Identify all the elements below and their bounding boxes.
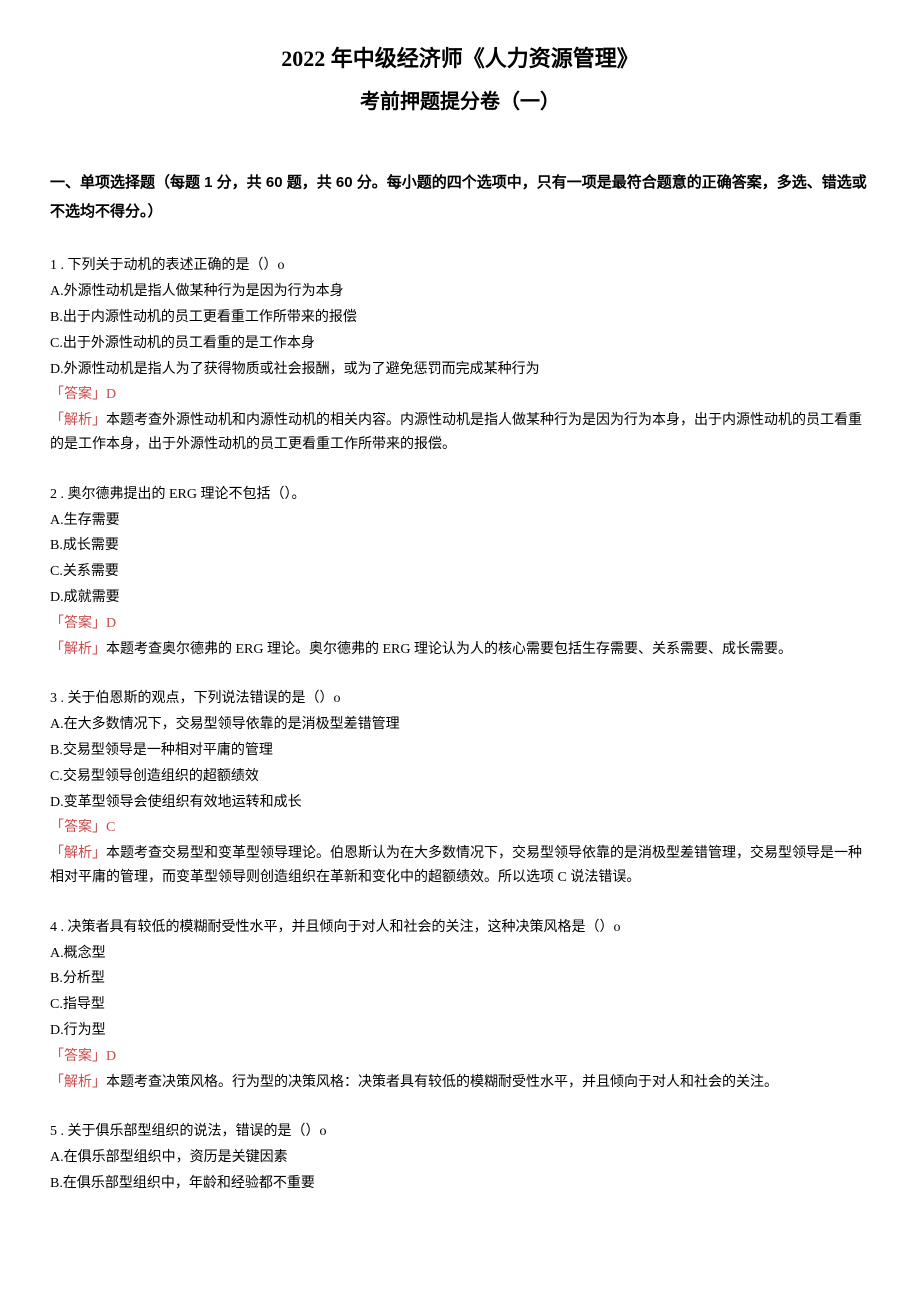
question-option: C.指导型 (50, 993, 870, 1017)
question-option: A.外源性动机是指人做某种行为是因为行为本身 (50, 280, 870, 304)
analysis-label: 「解析」 (50, 846, 106, 861)
question-option: B.出于内源性动机的员工更看重工作所带来的报偿 (50, 306, 870, 330)
answer-label: 「答案」D (50, 612, 870, 636)
question-block: 5 . 关于俱乐部型组织的说法，错误的是（）o A.在俱乐部型组织中，资历是关键… (50, 1120, 870, 1195)
question-option: B.成长需要 (50, 534, 870, 558)
question-block: 4 . 决策者具有较低的模糊耐受性水平，并且倾向于对人和社会的关注，这种决策风格… (50, 916, 870, 1095)
question-option: A.概念型 (50, 942, 870, 966)
analysis: 「解析」本题考查交易型和变革型领导理论。伯恩斯认为在大多数情况下，交易型领导依靠… (50, 842, 870, 890)
question-stem: 5 . 关于俱乐部型组织的说法，错误的是（）o (50, 1120, 870, 1144)
answer-label: 「答案」D (50, 1045, 870, 1069)
question-option: A.在大多数情况下，交易型领导依靠的是消极型差错管理 (50, 713, 870, 737)
doc-title: 2022 年中级经济师《人力资源管理》 (50, 40, 870, 77)
section-header: 一、单项选择题（每题 1 分，共 60 题，共 60 分。每小题的四个选项中，只… (50, 169, 870, 226)
question-stem: 4 . 决策者具有较低的模糊耐受性水平，并且倾向于对人和社会的关注，这种决策风格… (50, 916, 870, 940)
analysis: 「解析」本题考查奥尔德弗的 ERG 理论。奥尔德弗的 ERG 理论认为人的核心需… (50, 638, 870, 662)
answer-label: 「答案」D (50, 383, 870, 407)
analysis-text: 本题考查交易型和变革型领导理论。伯恩斯认为在大多数情况下，交易型领导依靠的是消极… (50, 846, 862, 885)
question-option: B.分析型 (50, 967, 870, 991)
question-block: 1 . 下列关于动机的表述正确的是（）o A.外源性动机是指人做某种行为是因为行… (50, 254, 870, 456)
question-block: 2 . 奥尔德弗提出的 ERG 理论不包括（）。 A.生存需要 B.成长需要 C… (50, 483, 870, 662)
question-option: A.生存需要 (50, 509, 870, 533)
analysis-text: 本题考查奥尔德弗的 ERG 理论。奥尔德弗的 ERG 理论认为人的核心需要包括生… (106, 642, 792, 657)
question-option: A.在俱乐部型组织中，资历是关键因素 (50, 1146, 870, 1170)
question-option: D.成就需要 (50, 586, 870, 610)
question-option: C.关系需要 (50, 560, 870, 584)
question-block: 3 . 关于伯恩斯的观点，下列说法错误的是（）o A.在大多数情况下，交易型领导… (50, 687, 870, 889)
doc-subtitle: 考前押题提分卷（一） (50, 85, 870, 119)
question-option: B.在俱乐部型组织中，年龄和经验都不重要 (50, 1172, 870, 1196)
analysis: 「解析」本题考查外源性动机和内源性动机的相关内容。内源性动机是指人做某种行为是因… (50, 409, 870, 457)
question-option: D.行为型 (50, 1019, 870, 1043)
question-option: D.变革型领导会使组织有效地运转和成长 (50, 791, 870, 815)
analysis-text: 本题考查外源性动机和内源性动机的相关内容。内源性动机是指人做某种行为是因为行为本… (50, 413, 862, 452)
analysis-label: 「解析」 (50, 642, 106, 657)
analysis-text: 本题考查决策风格。行为型的决策风格：决策者具有较低的模糊耐受性水平，并且倾向于对… (106, 1075, 778, 1090)
question-option: D.外源性动机是指人为了获得物质或社会报酬，或为了避免惩罚而完成某种行为 (50, 358, 870, 382)
analysis-label: 「解析」 (50, 413, 106, 428)
analysis-label: 「解析」 (50, 1075, 106, 1090)
question-option: C.出于外源性动机的员工看重的是工作本身 (50, 332, 870, 356)
question-option: B.交易型领导是一种相对平庸的管理 (50, 739, 870, 763)
analysis: 「解析」本题考查决策风格。行为型的决策风格：决策者具有较低的模糊耐受性水平，并且… (50, 1071, 870, 1095)
answer-label: 「答案」C (50, 816, 870, 840)
question-stem: 2 . 奥尔德弗提出的 ERG 理论不包括（）。 (50, 483, 870, 507)
question-option: C.交易型领导创造组织的超额绩效 (50, 765, 870, 789)
question-stem: 3 . 关于伯恩斯的观点，下列说法错误的是（）o (50, 687, 870, 711)
question-stem: 1 . 下列关于动机的表述正确的是（）o (50, 254, 870, 278)
